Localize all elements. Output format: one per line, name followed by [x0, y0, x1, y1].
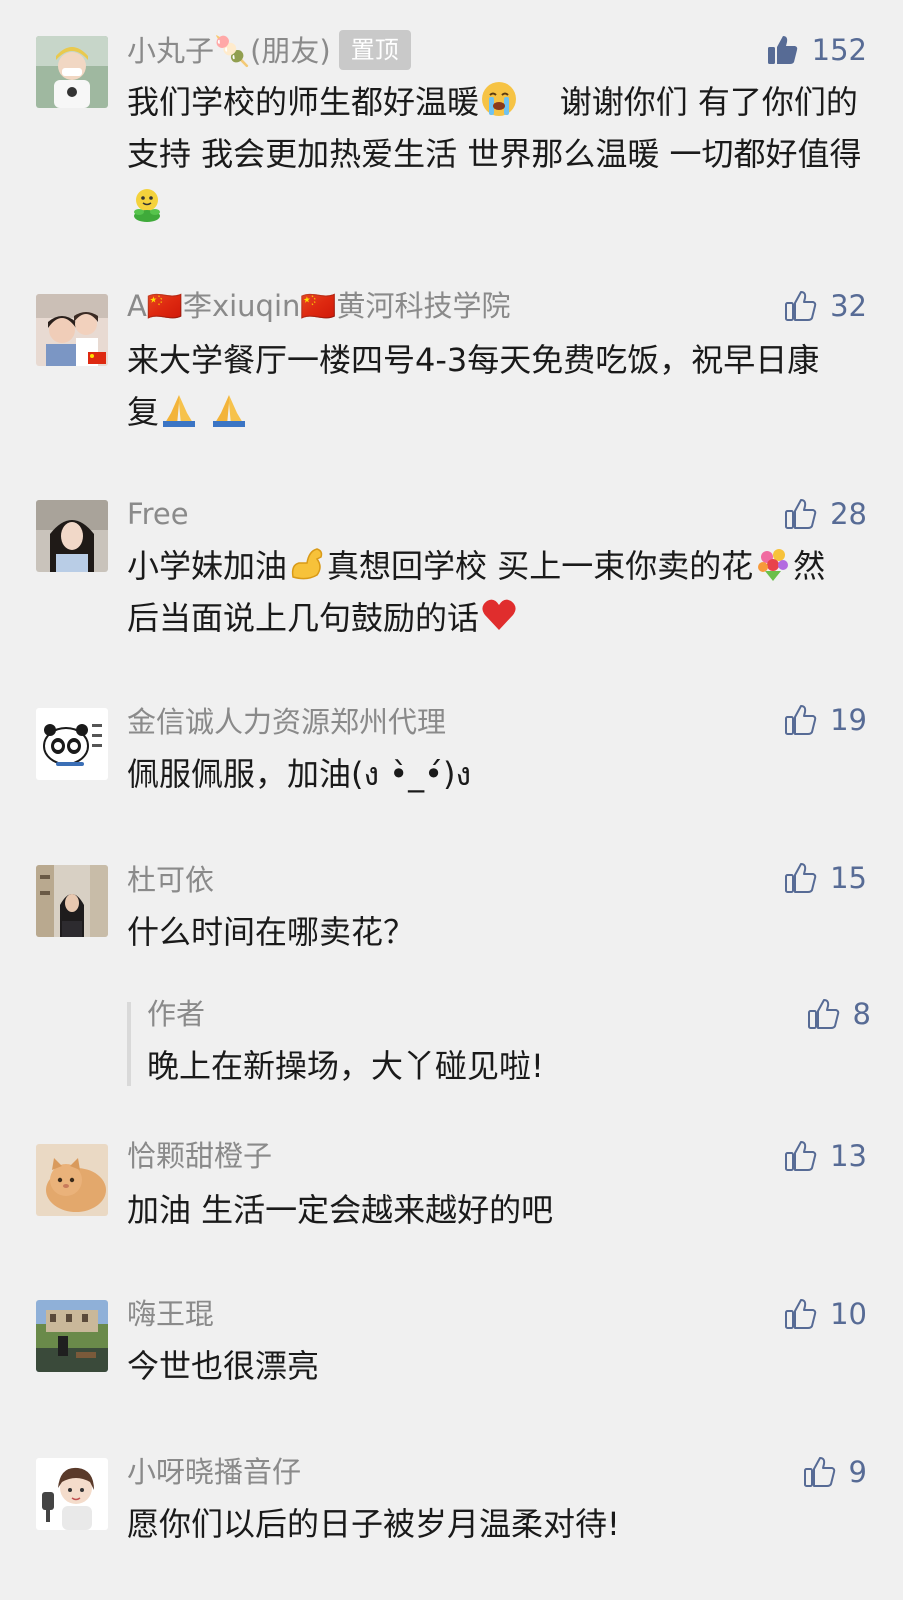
- like-button[interactable]: 152: [766, 30, 867, 70]
- commenter-name[interactable]: Free: [127, 496, 189, 532]
- thumbs-up-icon: [785, 863, 817, 893]
- commenter-name[interactable]: 杜可依: [127, 862, 214, 898]
- like-count: 15: [830, 861, 867, 895]
- like-count: 8: [852, 997, 871, 1031]
- avatar[interactable]: [36, 708, 108, 780]
- thumbs-up-icon: [785, 499, 817, 529]
- bouquet-emoji: [753, 543, 793, 583]
- commenter-name[interactable]: 小丸子🍡(朋友) 置顶: [127, 30, 411, 70]
- avatar[interactable]: [36, 500, 108, 572]
- comment-text: 愿你们以后的日子被岁月温柔对待!: [127, 1505, 620, 1543]
- commenter-name[interactable]: 嗨王琨: [127, 1296, 214, 1332]
- commenter-name[interactable]: A🇨🇳李xiuqin🇨🇳黄河科技学院: [127, 288, 511, 324]
- reply-like-button[interactable]: 8: [807, 994, 871, 1034]
- comment-text: 加油 生活一定会越来越好的吧: [127, 1191, 554, 1229]
- crying-emoji: [479, 79, 519, 119]
- like-count: 9: [848, 1455, 867, 1489]
- thumbs-up-icon: [807, 999, 839, 1029]
- avatar[interactable]: [36, 1144, 108, 1216]
- avatar[interactable]: [36, 294, 108, 366]
- like-count: 19: [830, 703, 867, 737]
- name-text: 小丸子🍡(朋友): [127, 34, 331, 68]
- like-button[interactable]: 9: [803, 1452, 867, 1492]
- thumbs-up-icon: [785, 1141, 817, 1171]
- comment-text-part: 我们学校的师生都好温暖: [127, 83, 480, 121]
- thumbs-up-icon: [785, 291, 817, 321]
- comment-text: 佩服佩服，加油(ง •̀_•́)ง: [127, 755, 472, 793]
- comment-text-part: 小学妹加油: [127, 547, 288, 585]
- pinned-badge: 置顶: [338, 30, 411, 70]
- comment-text: 我们学校的师生都好温暖 谢谢你们 有了你们的支持 我会更加热爱生活 世界那么温暖…: [127, 76, 867, 232]
- thumbs-up-filled-icon: [767, 36, 797, 64]
- comment-text: 今世也很漂亮: [127, 1347, 320, 1385]
- avatar[interactable]: [36, 1458, 108, 1530]
- avatar[interactable]: [36, 865, 108, 937]
- comment-text: 小学妹加油 真想回学校 买上一束你卖的花 然后当面说上几句鼓励的话: [127, 540, 857, 644]
- reply-author-label[interactable]: 作者: [147, 996, 205, 1032]
- thumbs-up-icon: [785, 705, 817, 735]
- comment-text: 来大学餐厅一楼四号4-3每天免费吃饭，祝早日康复: [127, 334, 847, 438]
- like-button[interactable]: 28: [784, 494, 867, 534]
- thumbs-up-icon: [785, 1299, 817, 1329]
- commenter-name[interactable]: 金信诚人力资源郑州代理: [127, 704, 446, 740]
- like-button[interactable]: 15: [784, 858, 867, 898]
- sprout-emoji: [127, 183, 167, 223]
- red-heart-emoji: [479, 595, 519, 635]
- like-count: 13: [830, 1139, 867, 1173]
- like-button[interactable]: 32: [784, 286, 867, 326]
- pray-emoji: [159, 389, 199, 429]
- flexed-biceps-emoji: [287, 543, 327, 583]
- reply-text: 晚上在新操场，大丫碰见啦!: [147, 1047, 544, 1085]
- like-count: 28: [830, 497, 867, 531]
- like-button[interactable]: 13: [784, 1136, 867, 1176]
- comment-text-part: 真想回学校 买上一束你卖的花: [327, 547, 754, 585]
- commenter-name[interactable]: 恰颗甜橙子: [127, 1138, 272, 1174]
- commenter-name[interactable]: 小呀晓播音仔: [127, 1454, 301, 1490]
- like-count: 32: [830, 289, 867, 323]
- like-button[interactable]: 10: [784, 1294, 867, 1334]
- like-count: 152: [811, 33, 867, 67]
- like-button[interactable]: 19: [784, 700, 867, 740]
- avatar[interactable]: [36, 1300, 108, 1372]
- author-reply: 作者 8 晚上在新操场，大丫碰见啦!: [127, 997, 871, 1086]
- avatar[interactable]: [36, 36, 108, 108]
- pray-emoji: [209, 389, 249, 429]
- like-count: 10: [830, 1297, 867, 1331]
- thumbs-up-icon: [803, 1457, 835, 1487]
- comment-text: 什么时间在哪卖花？: [127, 913, 416, 951]
